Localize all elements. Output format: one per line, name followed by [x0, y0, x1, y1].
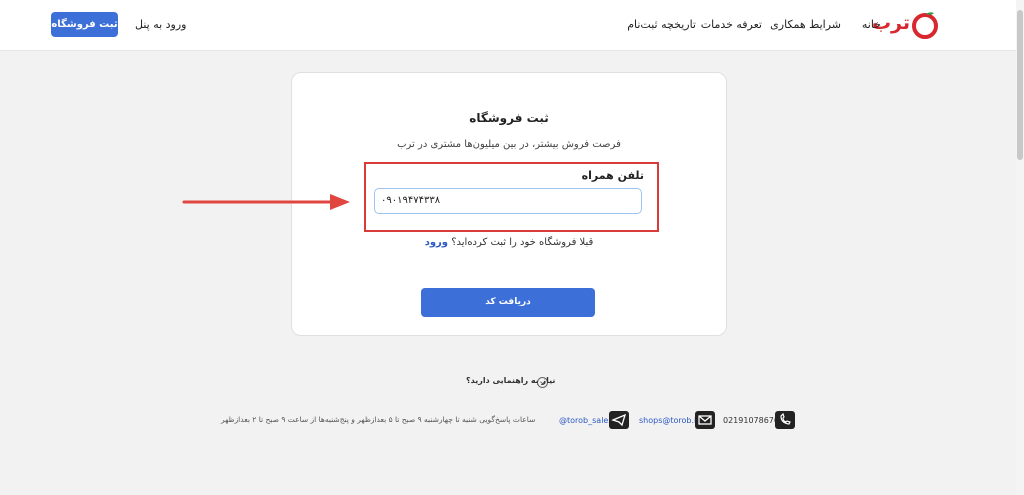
- phone-number[interactable]: 02191078676: [723, 416, 779, 425]
- register-store-button[interactable]: ثبت فروشگاه: [51, 12, 118, 37]
- phone-input[interactable]: ۰۹۰۱۹۴۷۴۳۳۸: [374, 188, 642, 214]
- card-subtitle: فرصت فروش بیشتر، در بین میلیون‌ها مشتری …: [397, 139, 621, 150]
- email-icon[interactable]: [695, 411, 715, 429]
- scrollbar-thumb[interactable]: [1017, 10, 1023, 160]
- torob-logo-icon[interactable]: [910, 10, 940, 40]
- top-navbar: ترب خانه شرایط همکاری تعرفه خدمات تاریخچ…: [0, 0, 1016, 51]
- register-card: ثبت فروشگاه فرصت فروش بیشتر، در بین میلی…: [291, 72, 727, 336]
- telegram-icon[interactable]: [609, 411, 629, 429]
- phone-icon[interactable]: [775, 411, 795, 429]
- telegram-link[interactable]: @torob_sales: [559, 416, 613, 425]
- panel-login-link[interactable]: ورود به پنل: [135, 18, 187, 31]
- support-hours: ساعات پاسخ‌گویی شنبه تا چهارشنبه ۹ صبح ت…: [221, 415, 536, 424]
- email-link[interactable]: shops@torob.ir: [639, 416, 700, 425]
- nav-history[interactable]: تاریخچه ثبت‌نام: [627, 18, 696, 31]
- scrollbar[interactable]: [1016, 0, 1024, 495]
- nav-terms[interactable]: شرایط همکاری: [770, 18, 841, 31]
- nav-home[interactable]: خانه: [862, 18, 881, 31]
- arrow-annotation: [182, 194, 350, 210]
- card-title: ثبت فروشگاه: [469, 111, 549, 125]
- phone-label: تلفن همراه: [581, 169, 644, 182]
- login-link[interactable]: ورود: [425, 237, 448, 248]
- help-toggle[interactable]: نیاز به راهنمایی دارید؟: [466, 376, 555, 385]
- already-registered: قبلا فروشگاه خود را ثبت کرده‌اید؟ ورود: [292, 237, 726, 248]
- nav-pricing[interactable]: تعرفه خدمات: [701, 18, 762, 31]
- already-text: قبلا فروشگاه خود را ثبت کرده‌اید؟: [451, 237, 594, 248]
- get-code-button[interactable]: دریافت کد: [421, 288, 595, 317]
